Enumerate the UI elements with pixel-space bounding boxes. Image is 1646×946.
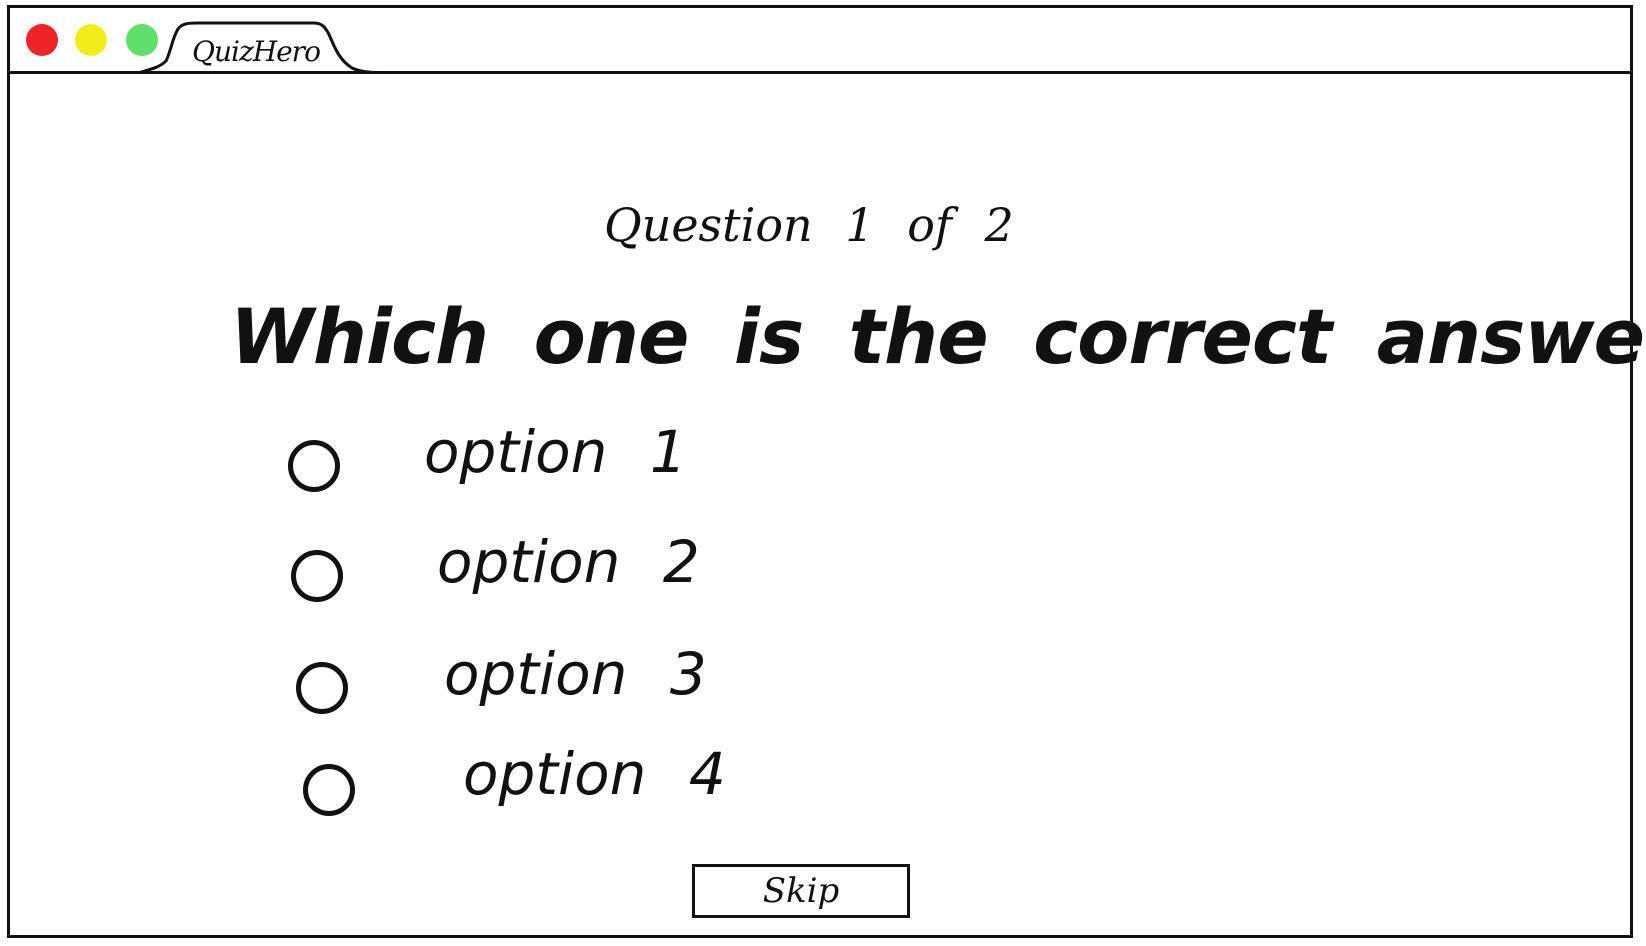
radio-button[interactable] <box>288 440 340 492</box>
close-window-button[interactable] <box>26 24 58 56</box>
quiz-content: Question 1 of 2 Which one is the correct… <box>10 74 1646 938</box>
answer-option-label: option 1 <box>424 418 687 486</box>
radio-button[interactable] <box>303 764 355 816</box>
radio-button[interactable] <box>291 550 343 602</box>
answer-option-label: option 3 <box>444 640 707 708</box>
answer-options: option 1 option 2 option 3 option 4 <box>10 74 1630 938</box>
title-bar: QuizHero <box>10 8 1630 74</box>
skip-button[interactable]: Skip <box>692 864 910 918</box>
answer-option-label: option 2 <box>437 528 700 596</box>
browser-tab[interactable]: QuizHero <box>138 21 400 74</box>
minimize-window-button[interactable] <box>75 24 107 56</box>
tab-title: QuizHero <box>192 35 321 68</box>
radio-button[interactable] <box>296 662 348 714</box>
answer-option-label: option 4 <box>463 740 726 808</box>
browser-window: QuizHero Question 1 of 2 Which one is th… <box>7 5 1646 938</box>
